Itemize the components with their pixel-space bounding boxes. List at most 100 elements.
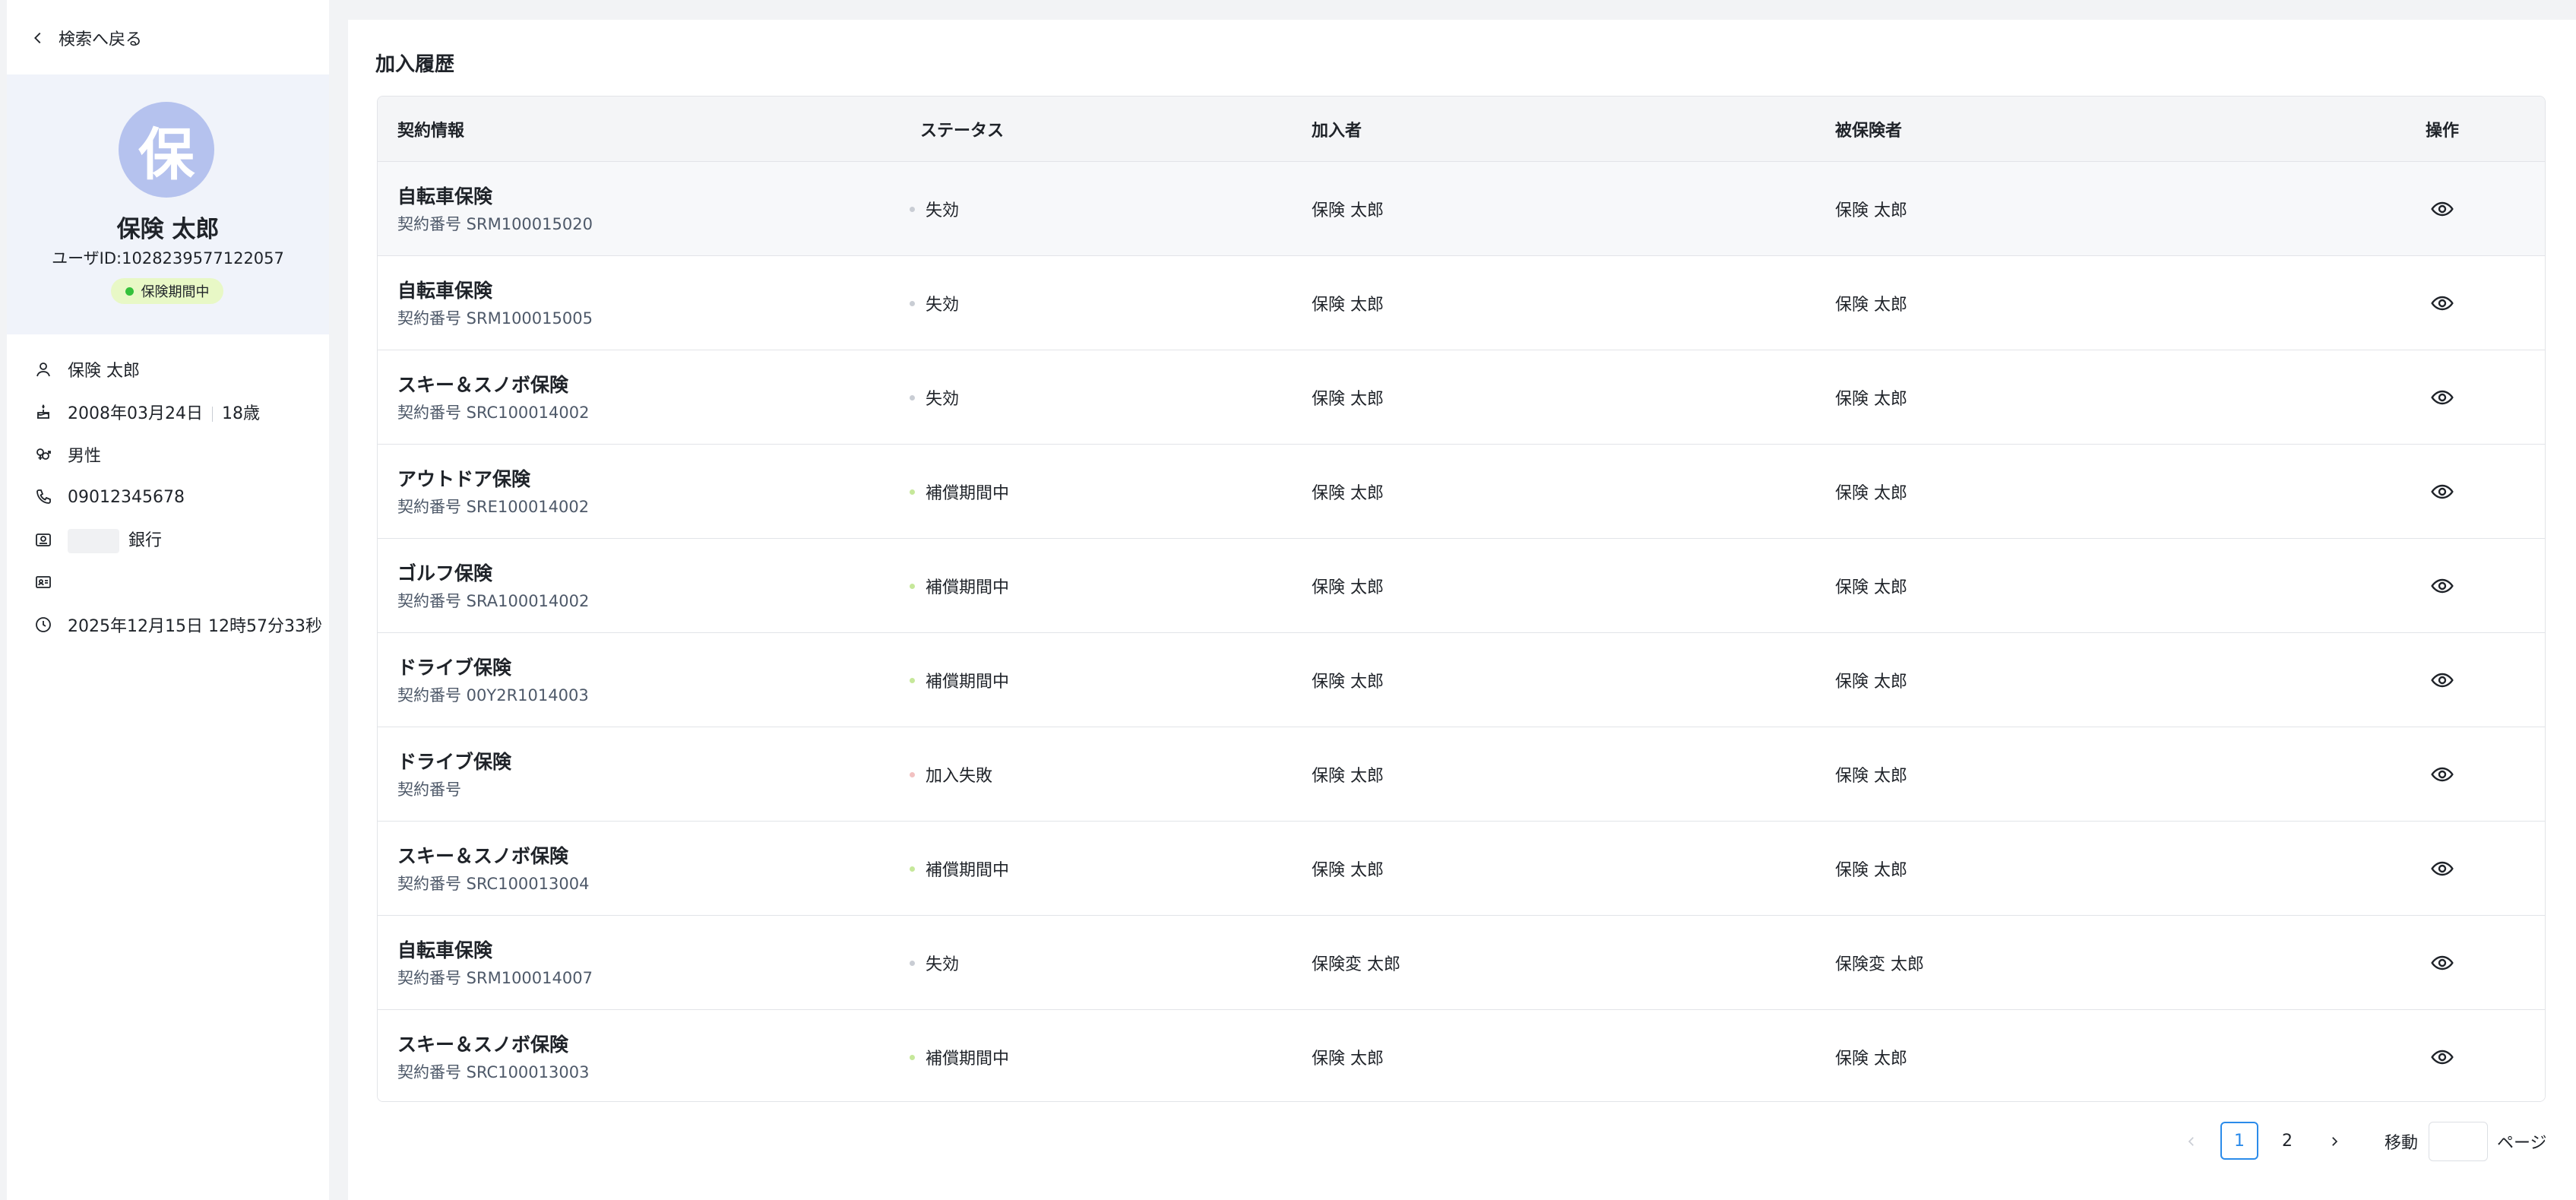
status-cell: 失効 [910, 350, 959, 445]
insured-cell: 保険 太郎 [1835, 390, 1907, 409]
status-cell: 補償期間中 [910, 445, 1009, 539]
view-eye-icon[interactable] [2430, 197, 2454, 221]
status-cell: 補償期間中 [910, 1010, 1010, 1101]
page-1-button[interactable]: 1 [2220, 1122, 2258, 1160]
status-dot-icon [910, 206, 915, 212]
status-dot-icon [910, 866, 915, 872]
subscriber-cell: 保険 太郎 [1312, 578, 1384, 597]
view-eye-icon[interactable] [2430, 1045, 2454, 1069]
info-row-id-card [34, 567, 68, 597]
insured-cell: 保険 太郎 [1835, 1050, 1907, 1069]
status-cell: 補償期間中 [910, 539, 1009, 633]
subscriber-cell: 保険 太郎 [1312, 767, 1384, 786]
contract-number: 契約番号 SRM100015020 [397, 215, 593, 233]
column-subscriber: 加入者 [1312, 122, 1362, 141]
contract-number: 契約番号 SRC100014002 [397, 404, 590, 422]
contract-name: ドライブ保険 [397, 657, 512, 679]
status-label: 補償期間中 [926, 1050, 1010, 1069]
chevron-left-icon [2188, 1137, 2194, 1146]
status-dot-icon [910, 489, 915, 495]
table-row[interactable]: ドライブ保険 契約番号 加入失敗 保険 太郎 保険 太郎 [378, 727, 2545, 822]
status-dot-icon [910, 771, 915, 777]
table-row[interactable]: ゴルフ保険 契約番号 SRA100014002 補償期間中 保険 太郎 保険 太… [378, 539, 2545, 633]
contract-number: 契約番号 SRC100013003 [397, 1063, 590, 1081]
section-title: 加入履歴 [375, 53, 455, 76]
table-row[interactable]: スキー＆スノボ保険 契約番号 SRC100013004 補償期間中 保険 太郎 … [378, 822, 2545, 916]
subscriber-cell: 保険 太郎 [1312, 484, 1384, 503]
cake-icon [37, 404, 49, 419]
jump-label: 移動 [2385, 1134, 2419, 1153]
status-label: 加入失敗 [926, 767, 993, 786]
contract-number: 契約番号 SRA100014002 [397, 592, 590, 610]
contract-number: 契約番号 SRM100014007 [397, 969, 593, 987]
status-badge: 保険期間中 [111, 278, 223, 304]
status-cell: 補償期間中 [910, 633, 1009, 727]
status-dot-icon [910, 677, 915, 683]
contract-number: 契約番号 SRM100015005 [397, 309, 593, 328]
enrollment-history-table: 契約情報 ステータス 加入者 被保険者 操作 自転車保険 契約番号 SRM100… [377, 96, 2546, 1102]
status-cell: 失効 [910, 256, 959, 350]
back-to-search-link[interactable]: 検索へ戻る [30, 21, 142, 55]
contract-number: 契約番号 [397, 780, 461, 799]
view-eye-icon[interactable] [2430, 856, 2454, 881]
table-row[interactable]: スキー＆スノボ保険 契約番号 SRC100014002 失効 保険 太郎 保険 … [378, 350, 2545, 445]
insured-cell: 保険 太郎 [1835, 296, 1907, 315]
subscriber-cell: 保険 太郎 [1312, 201, 1384, 220]
subscriber-cell: 保険 太郎 [1312, 390, 1384, 409]
table-row[interactable]: 自転車保険 契約番号 SRM100015005 失効 保険 太郎 保険 太郎 [378, 256, 2545, 350]
id-card-icon [36, 576, 51, 588]
contract-name: 自転車保険 [397, 280, 493, 302]
contract-name: スキー＆スノボ保険 [397, 845, 569, 867]
status-cell: 失効 [910, 162, 959, 256]
profile-card: 保 保険 太郎 ユーザID:1028239577122057 保険期間中 [7, 74, 329, 334]
chevron-left-icon [34, 32, 41, 44]
user-id: ユーザID:1028239577122057 [52, 249, 284, 268]
status-dot-icon [910, 960, 915, 966]
table-row[interactable]: 自転車保険 契約番号 SRM100014007 失効 保険変 太郎 保険変 太郎 [378, 916, 2545, 1010]
info-age: 18歳 [221, 404, 260, 423]
table-row[interactable]: スキー＆スノボ保険 契約番号 SRC100013003 補償期間中 保険 太郎 … [378, 1010, 2545, 1101]
status-cell: 補償期間中 [910, 822, 1009, 916]
status-label: 失効 [926, 201, 960, 220]
view-eye-icon[interactable] [2430, 385, 2454, 410]
status-label: 補償期間中 [926, 673, 1010, 692]
table-row[interactable]: 自転車保険 契約番号 SRM100015020 失効 保険 太郎 保険 太郎 [378, 162, 2545, 256]
info-row-birthday: 2008年03月24日 18歳 [34, 397, 260, 427]
insured-cell: 保険 太郎 [1835, 484, 1907, 503]
sidebar: 検索へ戻る 保 保険 太郎 ユーザID:1028239577122057 保険期… [7, 0, 329, 1200]
view-eye-icon[interactable] [2430, 951, 2454, 975]
subscriber-cell: 保険 太郎 [1312, 296, 1384, 315]
table-row[interactable]: アウトドア保険 契約番号 SRE100014002 補償期間中 保険 太郎 保険… [378, 445, 2545, 539]
view-eye-icon[interactable] [2430, 480, 2454, 504]
insured-cell: 保険 太郎 [1835, 767, 1907, 786]
view-eye-icon[interactable] [2430, 291, 2454, 315]
status-cell: 加入失敗 [910, 727, 992, 822]
page-2-button[interactable]: 2 [2268, 1122, 2306, 1160]
contract-name: 自転車保険 [397, 185, 493, 207]
column-status: ステータス [920, 122, 1005, 141]
prev-page-button[interactable] [2176, 1122, 2207, 1161]
page-suffix-label: ページ [2497, 1134, 2547, 1153]
subscriber-cell: 保険 太郎 [1312, 861, 1384, 880]
main-panel: 加入履歴 契約情報 ステータス 加入者 被保険者 操作 自転車保険 契約番号 S… [348, 20, 2576, 1200]
divider [211, 407, 213, 422]
status-label: 失効 [926, 296, 960, 315]
info-gender: 男性 [68, 447, 102, 466]
gender-icon [36, 448, 51, 460]
table-row[interactable]: ドライブ保険 契約番号 00Y2R1014003 補償期間中 保険 太郎 保険 … [378, 633, 2545, 727]
page-jump-input[interactable] [2429, 1122, 2488, 1161]
info-row-bank: 銀行 [34, 524, 162, 555]
insured-cell: 保険 太郎 [1835, 578, 1907, 597]
status-label: 補償期間中 [926, 861, 1010, 880]
contract-name: スキー＆スノボ保険 [397, 374, 569, 396]
phone-icon [36, 489, 51, 504]
contract-name: スキー＆スノボ保険 [397, 1034, 569, 1056]
status-dot-icon [910, 583, 915, 589]
view-eye-icon[interactable] [2430, 762, 2454, 787]
column-contract: 契約情報 [397, 122, 465, 141]
view-eye-icon[interactable] [2430, 574, 2454, 598]
view-eye-icon[interactable] [2430, 668, 2454, 692]
next-page-button[interactable] [2319, 1122, 2350, 1161]
info-row-gender: 男性 [34, 439, 101, 470]
column-insured: 被保険者 [1835, 122, 1903, 141]
